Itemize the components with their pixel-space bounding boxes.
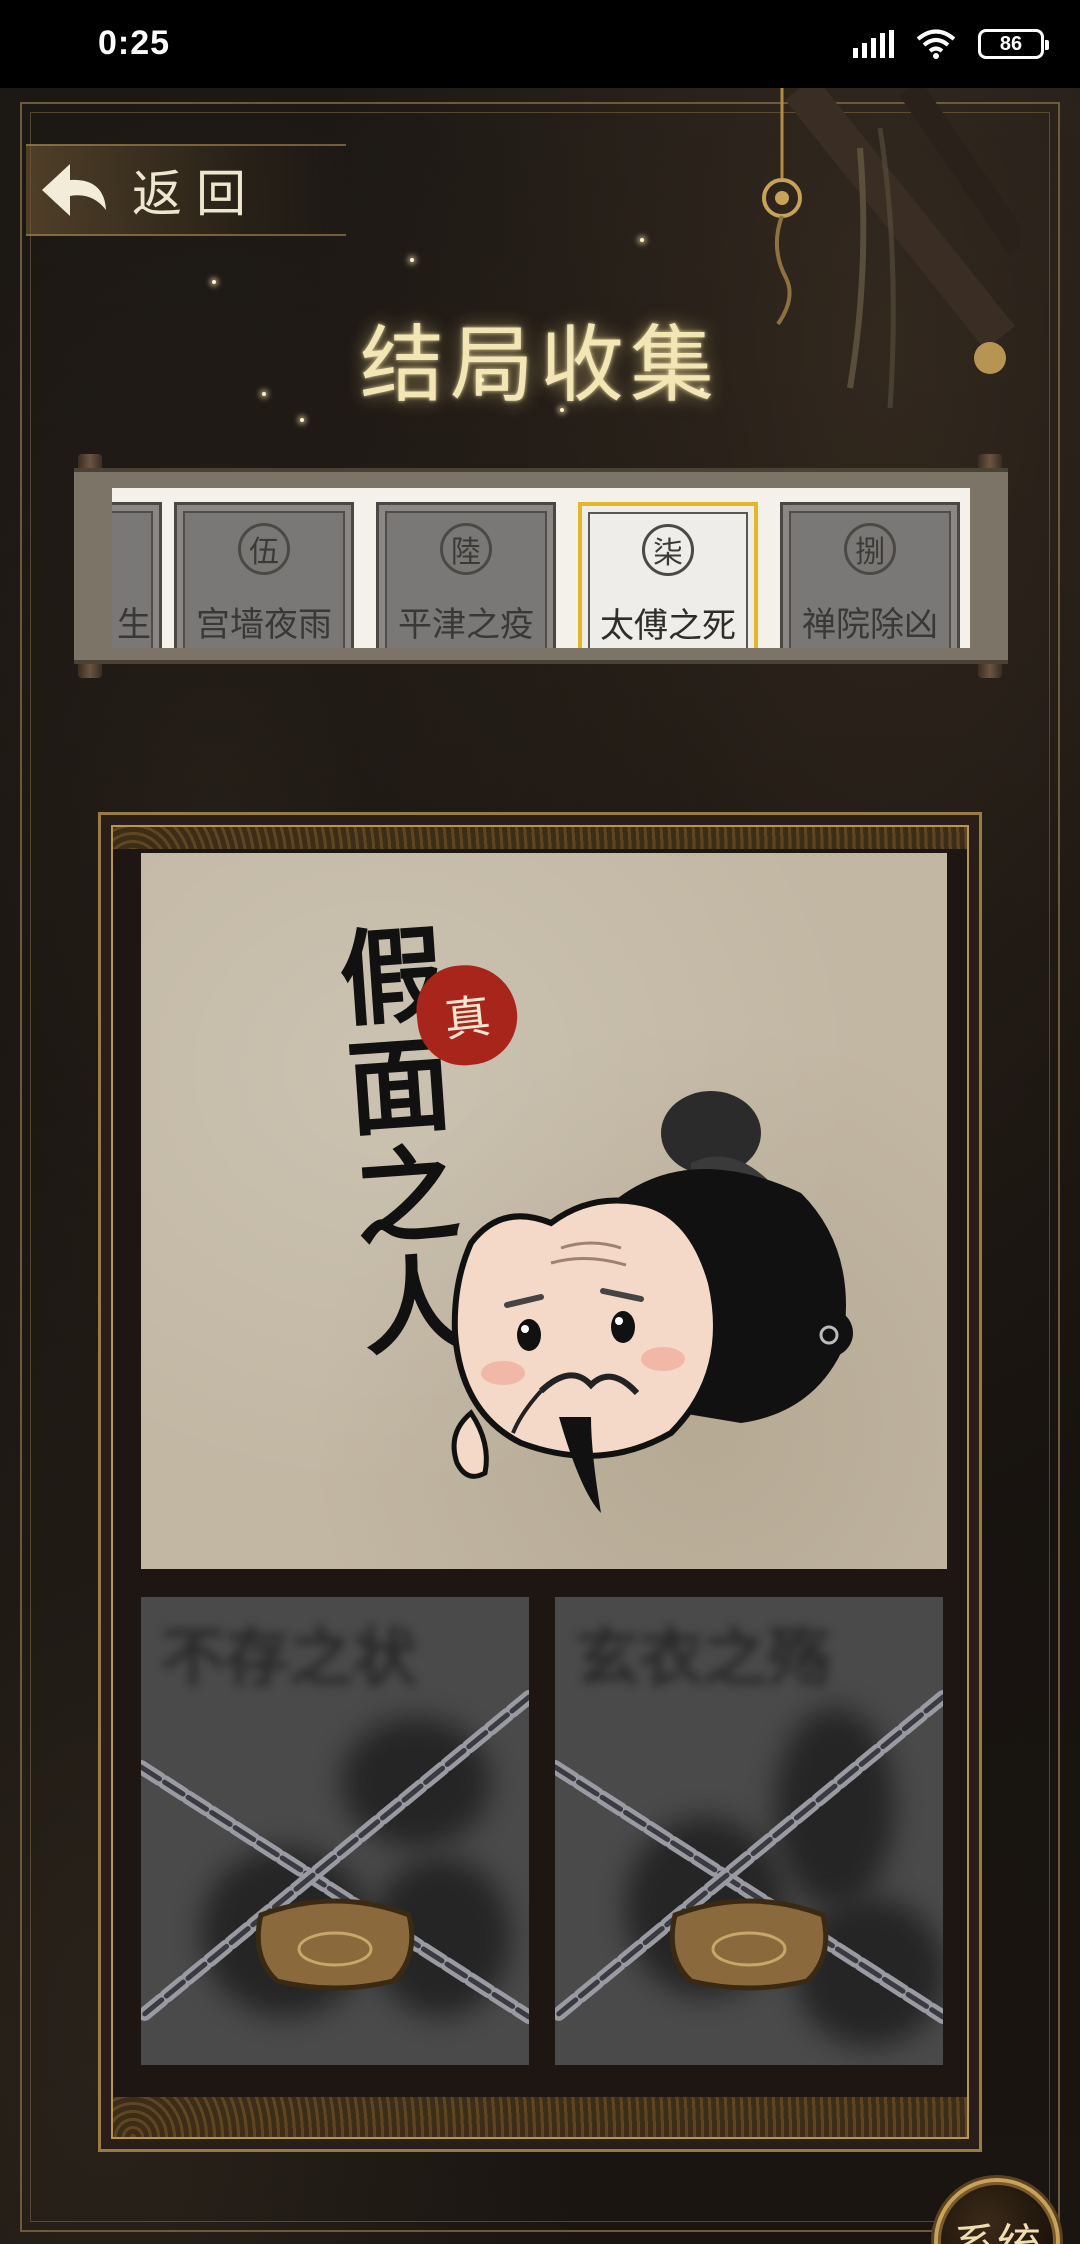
sparkle [262,392,266,396]
chapter-tab-label: 生 [117,605,151,645]
chapter-seal-icon: 捌 [844,523,896,575]
chapter-scroll-paper: 生伍宫墙夜雨陸平津之疫柒太傅之死捌禅院除凶 [112,488,970,648]
sparkle [560,408,564,412]
chapter-tab[interactable]: 生 [112,502,162,648]
chapter-tab[interactable]: 捌禅院除凶 [780,502,960,648]
chapter-tab-label: 禅院除凶 [802,605,938,645]
chapter-scroll[interactable]: 生伍宫墙夜雨陸平津之疫柒太傅之死捌禅院除凶 [74,468,1008,664]
chapter-seal-icon: 伍 [238,523,290,575]
back-arrow-icon [42,164,106,216]
old-tutor-portrait [451,1091,853,1513]
ending-panel: 假面之人 真 不存之状 玄衣之殇 [98,812,982,2152]
chapter-seal-icon: 柒 [642,524,694,576]
chain-lock-icon [141,1690,529,2024]
status-time: 0:25 [98,24,171,62]
chapter-tab[interactable]: 陸平津之疫 [376,502,556,648]
ending-collection-screen: 返回 结局收集 生伍宫墙夜雨陸平津之疫柒太傅之死捌禅院除凶 假面之人 真 不存之… [0,88,1080,2244]
chain-lock-icon [555,1690,943,2024]
back-label: 返回 [132,165,260,223]
chapter-tab-label: 太傅之死 [600,606,736,646]
locked-ending-card[interactable]: 不存之状 [141,1597,529,2065]
locked-ending-card[interactable]: 玄衣之殇 [555,1597,943,2065]
chapter-tab-label: 平津之疫 [398,605,534,645]
panel-wave-border-top [113,827,967,849]
sparkle [480,378,484,382]
featured-ending-card[interactable]: 假面之人 真 [141,853,947,1569]
chapter-tab[interactable]: 伍宫墙夜雨 [174,502,354,648]
status-icons: 86 [853,26,1049,62]
sparkle [212,280,216,284]
sparkle [700,388,704,392]
sparkle [300,418,304,422]
sparkle [410,258,414,262]
back-button[interactable]: 返回 [26,144,346,236]
sparkle [640,238,644,242]
chapter-seal-icon: 陸 [440,523,492,575]
wifi-icon [916,29,956,59]
panel-wave-border-bottom [113,2097,967,2137]
page-title: 结局收集 [359,316,720,414]
battery-icon: 86 [978,29,1049,59]
status-bar: 0:25 86 [0,0,1080,88]
chapter-tab-label: 宫墙夜雨 [196,605,332,645]
chapter-tab[interactable]: 柒太傅之死 [578,502,758,648]
signal-icon [853,30,894,58]
